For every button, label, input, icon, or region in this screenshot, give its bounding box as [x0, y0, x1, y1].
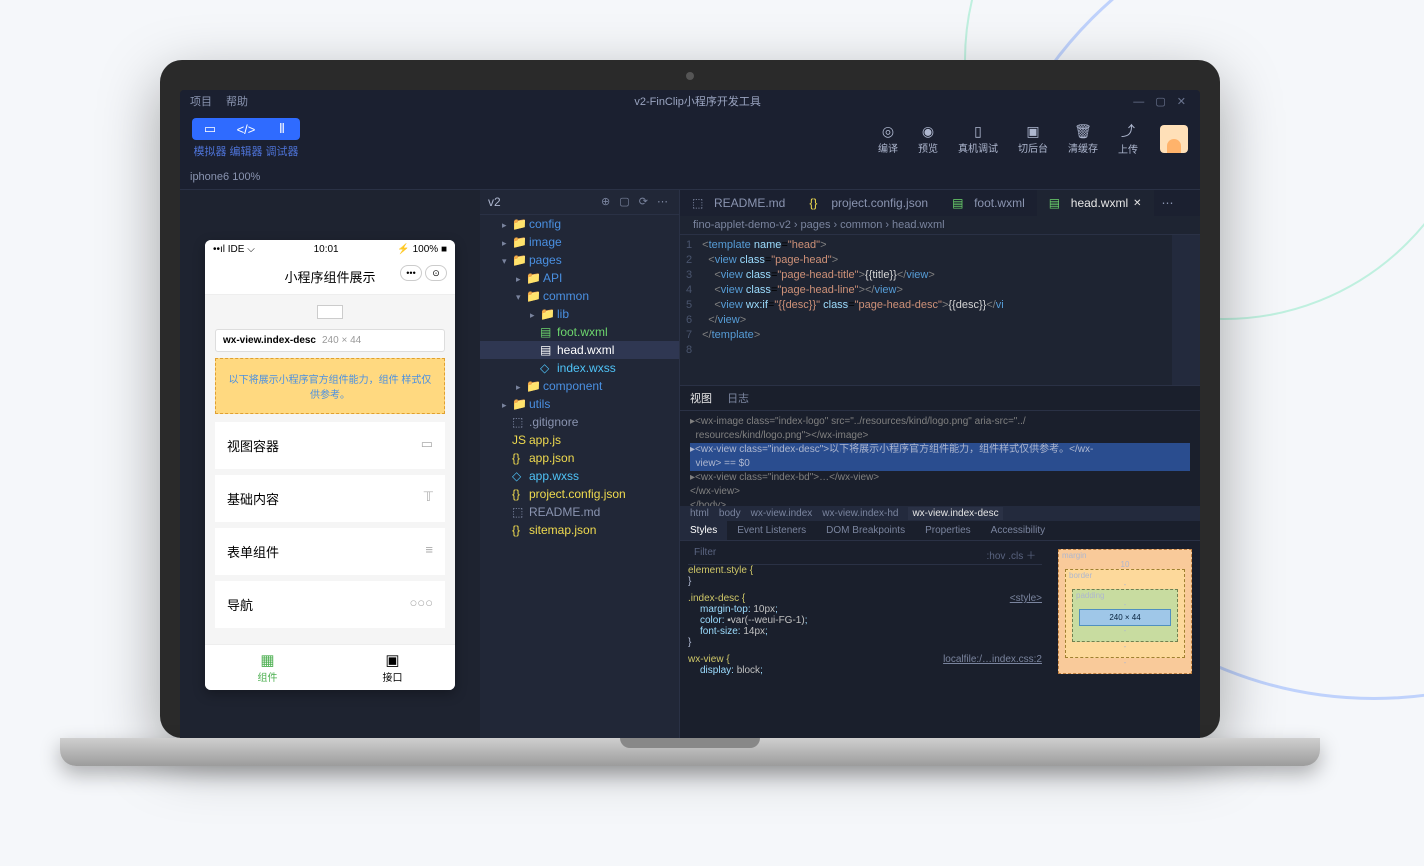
- editor-tab[interactable]: ▤foot.wxml: [940, 190, 1037, 216]
- inspect-tooltip: wx-view.index-desc240 × 44: [215, 329, 445, 352]
- tab-accessibility[interactable]: Accessibility: [981, 521, 1055, 540]
- file-tree-item[interactable]: {}app.json: [480, 449, 679, 467]
- tab-view[interactable]: 视图: [690, 393, 712, 405]
- editor-tab[interactable]: ▤head.wxml ✕: [1037, 190, 1154, 216]
- file-tree-item[interactable]: ▤head.wxml: [480, 341, 679, 359]
- upload-button[interactable]: ⤴上传: [1118, 121, 1138, 156]
- file-tree-item[interactable]: ▸📁image: [480, 233, 679, 251]
- compile-button[interactable]: ◎编译: [878, 123, 898, 155]
- box-model[interactable]: margin10 border- padding- 240 × 44 - - -: [1050, 541, 1200, 738]
- code-editor[interactable]: 12345678 <template name="head"> <view cl…: [680, 235, 1200, 385]
- devtools-tabs: 视图 日志: [680, 386, 1200, 411]
- file-tree-item[interactable]: ▸📁utils: [480, 395, 679, 413]
- mode-debugger-button[interactable]: ⫴: [264, 118, 300, 140]
- elements-tree[interactable]: ▸<wx-image class="index-logo" src="../re…: [680, 411, 1200, 506]
- background-button[interactable]: ▣切后台: [1018, 123, 1048, 155]
- mode-simulator-button[interactable]: ▭: [192, 118, 228, 140]
- elements-breadcrumb[interactable]: htmlbodywx-view.indexwx-view.index-hdwx-…: [680, 506, 1200, 521]
- list-item[interactable]: 基础内容𝕋: [215, 475, 445, 522]
- file-tree-item[interactable]: ▸📁config: [480, 215, 679, 233]
- file-tree-item[interactable]: ▤foot.wxml: [480, 323, 679, 341]
- list-item[interactable]: 导航○○○: [215, 581, 445, 628]
- grid-icon: ▦: [211, 651, 324, 669]
- file-tree-item[interactable]: {}project.config.json: [480, 485, 679, 503]
- list-item[interactable]: 表单组件≡: [215, 528, 445, 575]
- styles-rules[interactable]: Filter:hov .cls ＋ element.style {} <styl…: [680, 541, 1050, 738]
- minimap[interactable]: [1172, 235, 1200, 385]
- breadcrumb[interactable]: fino-applet-demo-v2›pages›common›head.wx…: [680, 216, 1200, 235]
- mode-editor-button[interactable]: </>: [228, 118, 264, 140]
- laptop-frame: 项目 帮助 v2-FinClip小程序开发工具 — ▢ ✕ ▭ </> ⫴ 模拟…: [160, 60, 1220, 766]
- highlighted-element[interactable]: 以下将展示小程序官方组件能力，组件 样式仅供参考。: [215, 358, 445, 414]
- tab-overflow-button[interactable]: ⋯: [1154, 190, 1182, 216]
- file-explorer: v2 ⊕ ▢ ⟳ ⋯ ▸📁config▸📁image▾📁pages▸📁API▾📁…: [480, 190, 680, 738]
- file-tree-item[interactable]: ◇app.wxss: [480, 467, 679, 485]
- switch-icon: ▣: [1018, 123, 1048, 140]
- file-tree-item[interactable]: ⬚README.md: [480, 503, 679, 521]
- styles-tabrow: Styles Event Listeners DOM Breakpoints P…: [680, 521, 1200, 541]
- project-root[interactable]: v2: [488, 195, 501, 209]
- tab-api[interactable]: ▣接口: [330, 645, 455, 690]
- menu-help[interactable]: 帮助: [226, 93, 248, 109]
- tab-dom-breakpoints[interactable]: DOM Breakpoints: [816, 521, 915, 540]
- eye-icon: ◉: [918, 123, 938, 140]
- device-info[interactable]: iphone6 100%: [180, 169, 1200, 190]
- simulator-panel: ••ıl IDE ⌵10:01⚡ 100% ■ 小程序组件展示 ••• ⊙ wx…: [180, 190, 480, 738]
- tab-properties[interactable]: Properties: [915, 521, 981, 540]
- trash-icon: 🗑: [1068, 123, 1098, 140]
- file-tree-item[interactable]: ▸📁API: [480, 269, 679, 287]
- file-tree-item[interactable]: {}sitemap.json: [480, 521, 679, 539]
- chip-icon: ▣: [336, 651, 449, 669]
- tab-event-listeners[interactable]: Event Listeners: [727, 521, 816, 540]
- webcam-icon: [686, 72, 694, 80]
- file-tree-item[interactable]: ▾📁common: [480, 287, 679, 305]
- menu-project[interactable]: 项目: [190, 93, 212, 109]
- tab-log[interactable]: 日志: [727, 393, 749, 405]
- devtools-panel: 视图 日志 ▸<wx-image class="index-logo" src=…: [680, 385, 1200, 738]
- tab-styles[interactable]: Styles: [680, 521, 727, 540]
- mode-label: 模拟器: [192, 143, 228, 159]
- editor-tab[interactable]: ⬚README.md: [680, 190, 797, 216]
- logo-placeholder: [317, 305, 343, 319]
- ide-window: 项目 帮助 v2-FinClip小程序开发工具 — ▢ ✕ ▭ </> ⫴ 模拟…: [180, 90, 1200, 738]
- page-title: 小程序组件展示: [284, 270, 375, 285]
- editor-panel: ⬚README.md{}project.config.json▤foot.wxm…: [680, 190, 1200, 738]
- styles-toggles[interactable]: :hov .cls ＋: [987, 547, 1036, 562]
- file-tree-item[interactable]: ◇index.wxss: [480, 359, 679, 377]
- mode-label: 编辑器: [228, 143, 264, 159]
- capsule-menu-button[interactable]: •••: [400, 265, 422, 281]
- clear-cache-button[interactable]: 🗑清缓存: [1068, 123, 1098, 155]
- editor-tab[interactable]: {}project.config.json: [797, 190, 940, 216]
- preview-button[interactable]: ◉预览: [918, 123, 938, 155]
- file-tree-item[interactable]: ▸📁lib: [480, 305, 679, 323]
- toolbar: ▭ </> ⫴ 模拟器 编辑器 调试器 ◎编译 ◉预览 ▯真机调试 ▣切后台 🗑…: [180, 112, 1200, 169]
- editor-tabs: ⬚README.md{}project.config.json▤foot.wxm…: [680, 190, 1200, 216]
- upload-icon: ⤴: [1118, 121, 1138, 141]
- explorer-actions[interactable]: ⊕ ▢ ⟳ ⋯: [601, 195, 671, 209]
- window-title: v2-FinClip小程序开发工具: [262, 93, 1133, 109]
- window-controls[interactable]: — ▢ ✕: [1133, 95, 1190, 108]
- file-tree-item[interactable]: ⬚.gitignore: [480, 413, 679, 431]
- phone-icon: ▯: [958, 123, 998, 140]
- menubar: 项目 帮助 v2-FinClip小程序开发工具 — ▢ ✕: [180, 90, 1200, 112]
- remote-debug-button[interactable]: ▯真机调试: [958, 123, 998, 155]
- mode-label: 调试器: [264, 143, 300, 159]
- file-tree-item[interactable]: ▾📁pages: [480, 251, 679, 269]
- list-item[interactable]: 视图容器▭: [215, 422, 445, 469]
- phone-navbar: 小程序组件展示 ••• ⊙: [205, 259, 455, 295]
- code-content[interactable]: <template name="head"> <view class="page…: [702, 235, 1172, 385]
- styles-filter[interactable]: Filter: [694, 547, 716, 562]
- avatar[interactable]: [1160, 125, 1188, 153]
- capsule-close-button[interactable]: ⊙: [425, 265, 447, 281]
- file-tree-item[interactable]: ▸📁component: [480, 377, 679, 395]
- tab-component[interactable]: ▦组件: [205, 645, 330, 690]
- file-tree-item[interactable]: JSapp.js: [480, 431, 679, 449]
- phone-statusbar: ••ıl IDE ⌵10:01⚡ 100% ■: [205, 240, 455, 259]
- phone-tabbar: ▦组件 ▣接口: [205, 644, 455, 690]
- compile-icon: ◎: [878, 123, 898, 140]
- phone-preview: ••ıl IDE ⌵10:01⚡ 100% ■ 小程序组件展示 ••• ⊙ wx…: [205, 240, 455, 690]
